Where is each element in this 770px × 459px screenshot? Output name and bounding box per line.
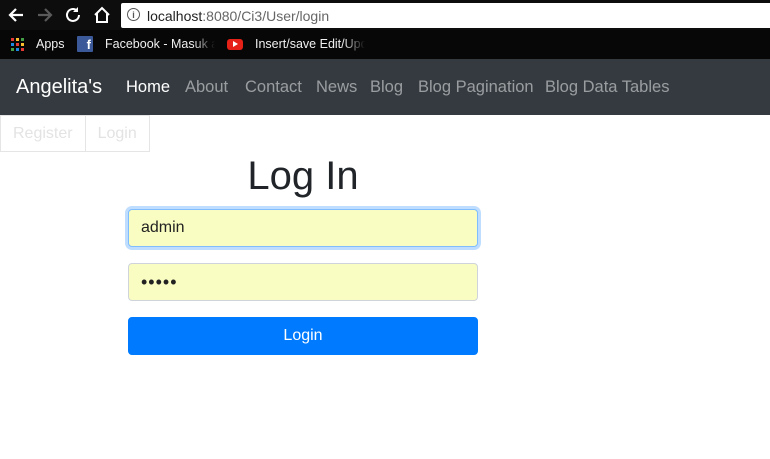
bookmarks-bar: Apps f Facebook - Masuk at Insert/save E… [0, 30, 770, 59]
browser-toolbar: i localhost:8080/Ci3/User/login [0, 0, 770, 30]
nav-blog-pagination[interactable]: Blog Pagination [418, 78, 534, 97]
password-field[interactable] [128, 263, 478, 301]
info-icon[interactable]: i [127, 8, 140, 21]
login-link[interactable]: Login [85, 115, 150, 152]
nav-home[interactable]: Home [126, 78, 170, 97]
bookmark-apps[interactable]: Apps [11, 36, 65, 52]
apps-grid-icon [11, 37, 24, 51]
page-title: Log In [247, 154, 359, 198]
bookmark-apps-label: Apps [36, 37, 65, 51]
bookmark-facebook-label: Facebook - Masuk at [105, 37, 215, 51]
facebook-icon: f [77, 36, 93, 52]
nav-about[interactable]: About [185, 78, 228, 97]
nav-contact[interactable]: Contact [245, 78, 302, 97]
youtube-icon [227, 38, 243, 50]
nav-blog-data-tables[interactable]: Blog Data Tables [545, 78, 669, 97]
brand-logo[interactable]: Angelita's [16, 76, 102, 99]
login-button[interactable]: Login [128, 317, 478, 355]
bookmark-facebook[interactable]: f Facebook - Masuk at [77, 36, 215, 52]
address-bar[interactable]: i localhost:8080/Ci3/User/login [121, 3, 770, 28]
nav-news[interactable]: News [316, 78, 357, 97]
forward-arrow-icon[interactable] [34, 4, 56, 26]
bookmark-youtube-label: Insert/save Edit/Upd [255, 37, 365, 51]
auth-links: Register Login [0, 115, 150, 153]
url-text: localhost:8080/Ci3/User/login [147, 8, 330, 24]
site-navbar: Angelita's Home About Contact News Blog … [0, 59, 770, 115]
home-icon[interactable] [91, 4, 113, 26]
register-link[interactable]: Register [0, 115, 86, 152]
username-field[interactable] [128, 209, 478, 247]
bookmark-youtube[interactable]: Insert/save Edit/Upd [227, 36, 365, 52]
reload-icon[interactable] [62, 4, 84, 26]
back-arrow-icon[interactable] [5, 4, 27, 26]
nav-blog[interactable]: Blog [370, 78, 403, 97]
